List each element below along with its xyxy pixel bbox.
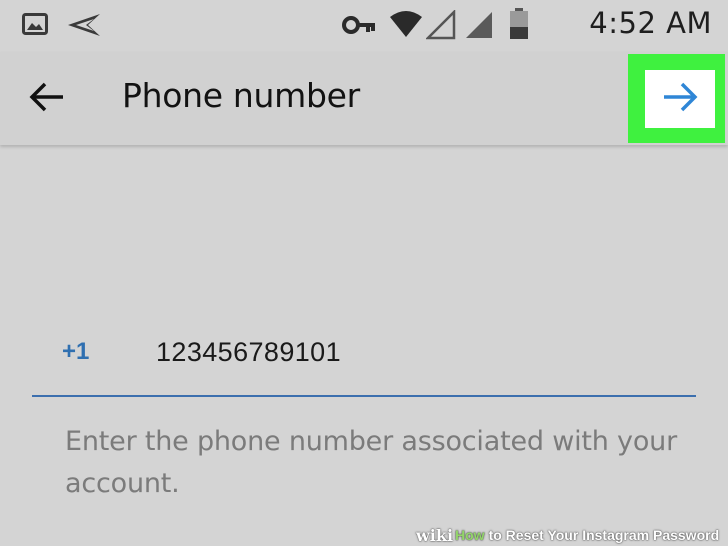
wifi-icon (388, 9, 424, 44)
battery-icon (508, 8, 530, 45)
arrow-right-icon (662, 82, 698, 117)
wikihow-watermark: wiki How to Reset Your Instagram Passwor… (416, 524, 728, 546)
page-title: Phone number (122, 76, 360, 115)
key-icon (342, 14, 376, 41)
watermark-how: How (455, 527, 485, 543)
status-time: 4:52 AM (589, 6, 712, 40)
status-bar: 4:52 AM (0, 0, 728, 52)
watermark-brand: wiki (416, 525, 454, 545)
app-bar: Phone number (0, 52, 728, 145)
send-icon (66, 12, 102, 43)
country-code-selector[interactable]: +1 (62, 338, 89, 366)
watermark-title: to Reset Your Instagram Password (488, 527, 720, 543)
helper-text: Enter the phone number associated with y… (65, 426, 677, 499)
phone-number-input[interactable] (156, 334, 676, 370)
back-button[interactable] (20, 72, 74, 126)
phone-screen: 4:52 AM Phone number +1 Enter the phone … (0, 0, 728, 546)
next-button[interactable] (645, 70, 715, 128)
image-icon (22, 13, 48, 40)
arrow-left-icon (29, 82, 65, 117)
signal-icon (424, 8, 456, 45)
input-underline (32, 395, 696, 397)
signal-icon (464, 10, 494, 45)
